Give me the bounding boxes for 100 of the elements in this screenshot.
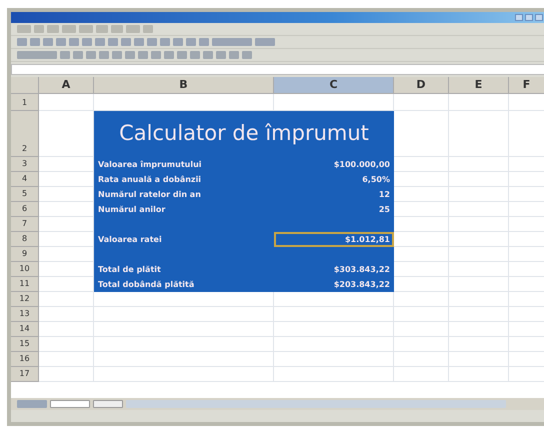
toolbar-icon[interactable]	[212, 38, 252, 46]
menu-item[interactable]	[62, 25, 76, 33]
value-cell[interactable]: $203.843,22	[274, 277, 394, 292]
column-header[interactable]: A	[39, 77, 94, 94]
spreadsheet-cell[interactable]	[274, 292, 394, 307]
value-cell[interactable]: $1.012,81	[274, 232, 394, 247]
toolbar-icon[interactable]	[17, 51, 57, 59]
spreadsheet-cell[interactable]	[394, 217, 449, 232]
spreadsheet-cell[interactable]	[274, 307, 394, 322]
spreadsheet-cell[interactable]	[449, 217, 509, 232]
spreadsheet-cell[interactable]	[449, 367, 509, 382]
row-header[interactable]: 4	[11, 172, 39, 187]
row-header[interactable]: 16	[11, 352, 39, 367]
formula-bar[interactable]	[11, 64, 544, 75]
spreadsheet-cell[interactable]	[449, 277, 509, 292]
spreadsheet-cell[interactable]	[449, 247, 509, 262]
spreadsheet-cell[interactable]	[449, 111, 509, 157]
value-cell[interactable]: 25	[274, 202, 394, 217]
menu-item[interactable]	[79, 25, 93, 33]
spreadsheet-cell[interactable]	[394, 94, 449, 111]
minimize-button[interactable]	[515, 14, 523, 21]
spreadsheet-cell[interactable]	[394, 187, 449, 202]
value-cell[interactable]: $303.843,22	[274, 262, 394, 277]
spreadsheet-cell[interactable]	[449, 157, 509, 172]
spreadsheet-cell[interactable]	[394, 307, 449, 322]
spreadsheet-cell[interactable]	[449, 187, 509, 202]
spreadsheet-cell[interactable]	[94, 367, 274, 382]
row-header[interactable]: 11	[11, 277, 39, 292]
spreadsheet-cell[interactable]	[449, 202, 509, 217]
value-cell[interactable]: 12	[274, 187, 394, 202]
row-header[interactable]: 2	[11, 111, 39, 157]
menu-item[interactable]	[17, 25, 31, 33]
spreadsheet-cell[interactable]	[449, 232, 509, 247]
spreadsheet-cell[interactable]	[394, 111, 449, 157]
menu-item[interactable]	[96, 25, 108, 33]
spreadsheet-cell[interactable]	[39, 337, 94, 352]
spreadsheet-cell[interactable]	[94, 292, 274, 307]
spreadsheet-cell[interactable]	[274, 322, 394, 337]
spreadsheet-cell[interactable]	[39, 94, 94, 111]
sheet-tab[interactable]	[50, 400, 90, 408]
spreadsheet-cell[interactable]	[394, 262, 449, 277]
spreadsheet-cell[interactable]	[394, 247, 449, 262]
menu-item[interactable]	[34, 25, 44, 33]
row-header[interactable]: 15	[11, 337, 39, 352]
spreadsheet-cell[interactable]	[39, 292, 94, 307]
column-header[interactable]: D	[394, 77, 449, 94]
spreadsheet-cell[interactable]	[449, 337, 509, 352]
row-header[interactable]: 10	[11, 262, 39, 277]
spreadsheet-cell[interactable]	[274, 367, 394, 382]
spreadsheet-cell[interactable]	[394, 172, 449, 187]
value-cell[interactable]: 6,50%	[274, 172, 394, 187]
column-header[interactable]: E	[449, 77, 509, 94]
maximize-button[interactable]	[525, 14, 533, 21]
spreadsheet-cell[interactable]	[274, 352, 394, 367]
row-header[interactable]: 12	[11, 292, 39, 307]
menu-item[interactable]	[126, 25, 140, 33]
spreadsheet-cell[interactable]	[394, 337, 449, 352]
row-header[interactable]: 6	[11, 202, 39, 217]
row-header[interactable]: 5	[11, 187, 39, 202]
spreadsheet-cell[interactable]	[394, 232, 449, 247]
spreadsheet-cell[interactable]	[449, 262, 509, 277]
sheet-tab[interactable]	[93, 400, 123, 408]
spreadsheet-cell[interactable]	[449, 322, 509, 337]
spreadsheet-cell[interactable]	[449, 172, 509, 187]
column-header[interactable]: F	[509, 77, 544, 94]
spreadsheet-cell[interactable]	[39, 307, 94, 322]
column-header[interactable]: C	[274, 77, 394, 94]
spreadsheet-cell[interactable]	[449, 94, 509, 111]
spreadsheet-cell[interactable]	[94, 307, 274, 322]
spreadsheet-cell[interactable]	[39, 322, 94, 337]
spreadsheet-cell[interactable]	[449, 352, 509, 367]
menu-item[interactable]	[111, 25, 123, 33]
spreadsheet-cell[interactable]	[94, 337, 274, 352]
tab-scroll-buttons[interactable]	[17, 400, 47, 408]
row-header[interactable]: 1	[11, 94, 39, 111]
spreadsheet-cell[interactable]	[394, 367, 449, 382]
row-header[interactable]: 13	[11, 307, 39, 322]
row-header[interactable]: 9	[11, 247, 39, 262]
row-header[interactable]: 17	[11, 367, 39, 382]
spreadsheet-cell[interactable]	[394, 277, 449, 292]
spreadsheet-cell[interactable]	[449, 292, 509, 307]
spreadsheet-cell[interactable]	[394, 157, 449, 172]
spreadsheet-cell[interactable]	[394, 202, 449, 217]
spreadsheet-cell[interactable]	[394, 292, 449, 307]
value-cell[interactable]: $100.000,00	[274, 157, 394, 172]
row-header[interactable]: 3	[11, 157, 39, 172]
menu-item[interactable]	[47, 25, 59, 33]
spreadsheet-cell[interactable]	[394, 352, 449, 367]
spreadsheet-cell[interactable]	[94, 352, 274, 367]
spreadsheet-cell[interactable]	[449, 307, 509, 322]
spreadsheet-cell[interactable]	[39, 352, 94, 367]
row-header[interactable]: 8	[11, 232, 39, 247]
toolbar-icon[interactable]	[255, 38, 275, 46]
close-button[interactable]	[535, 14, 543, 21]
spreadsheet-cell[interactable]	[94, 322, 274, 337]
spreadsheet-cell[interactable]	[39, 367, 94, 382]
row-header[interactable]: 14	[11, 322, 39, 337]
menu-item[interactable]	[143, 25, 153, 33]
spreadsheet-cell[interactable]	[394, 322, 449, 337]
select-all-corner[interactable]	[11, 77, 39, 94]
